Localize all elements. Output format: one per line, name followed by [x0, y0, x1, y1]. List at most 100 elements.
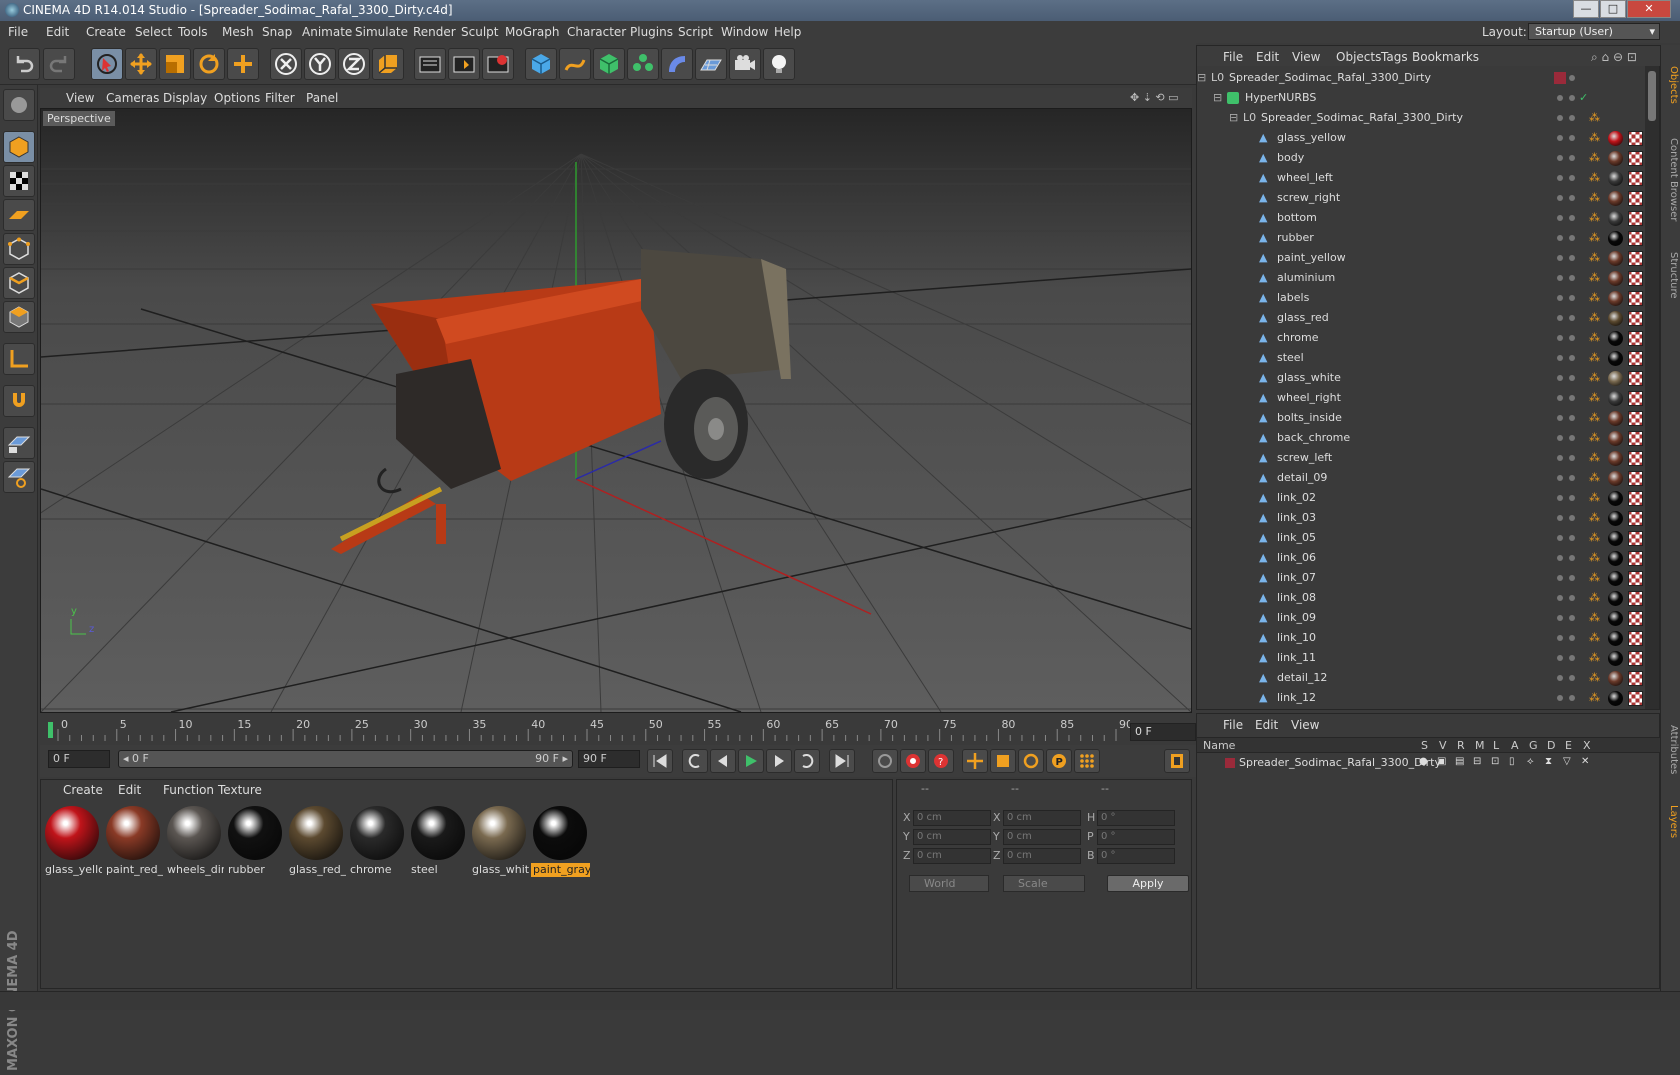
menu-tools[interactable]: Tools: [178, 25, 208, 39]
editor-visibility-dot[interactable]: [1557, 535, 1563, 541]
editor-visibility-dot[interactable]: [1557, 155, 1563, 161]
playhead[interactable]: [48, 722, 53, 738]
uvw-tag-icon[interactable]: [1628, 651, 1643, 666]
material-tag-icon[interactable]: [1608, 391, 1623, 406]
material-tag-icon[interactable]: [1608, 411, 1623, 426]
size-field[interactable]: 0 cm: [1003, 848, 1081, 864]
phong-tag-icon[interactable]: ⁂: [1589, 671, 1600, 684]
object-row[interactable]: ▲ bottom ⁂: [1197, 208, 1645, 228]
key-rotation-button[interactable]: [1018, 749, 1044, 773]
snapping-button[interactable]: [3, 385, 35, 417]
rotate-button[interactable]: [193, 48, 225, 80]
material-menu-texture[interactable]: Texture: [218, 783, 262, 797]
material-tag-icon[interactable]: [1608, 651, 1623, 666]
layer-column-s[interactable]: S: [1421, 739, 1428, 752]
object-row[interactable]: ▲ aluminium ⁂: [1197, 268, 1645, 288]
uvw-tag-icon[interactable]: [1628, 411, 1643, 426]
material-tag-icon[interactable]: [1608, 671, 1623, 686]
uvw-tag-icon[interactable]: [1628, 551, 1643, 566]
expand-toggle-icon[interactable]: ⊟: [1213, 91, 1222, 104]
render-icon[interactable]: ▤: [1455, 756, 1464, 767]
editor-visibility-dot[interactable]: [1557, 635, 1563, 641]
phong-tag-icon[interactable]: ⁂: [1589, 211, 1600, 224]
phong-tag-icon[interactable]: ⁂: [1589, 291, 1600, 304]
uvw-tag-icon[interactable]: [1628, 331, 1643, 346]
editor-visibility-dot[interactable]: [1557, 515, 1563, 521]
uvw-tag-icon[interactable]: [1628, 511, 1643, 526]
material-swatch[interactable]: glass_red_c: [287, 804, 346, 878]
deformer-button[interactable]: [661, 48, 693, 80]
material-swatch[interactable]: wheels_dir: [165, 804, 224, 878]
editor-visibility-dot[interactable]: [1557, 475, 1563, 481]
render-visibility-dot[interactable]: [1569, 395, 1575, 401]
object-group[interactable]: ⊟ L0 Spreader_Sodimac_Rafal_3300_Dirty ⁂: [1197, 108, 1645, 128]
viewport-menu-view[interactable]: View: [66, 91, 94, 105]
phong-tag-icon[interactable]: ⁂: [1589, 271, 1600, 284]
object-row[interactable]: ▲ glass_red ⁂: [1197, 308, 1645, 328]
menu-character[interactable]: Character: [567, 25, 626, 39]
layer-column-r[interactable]: R: [1457, 739, 1465, 752]
layer-menu-edit[interactable]: Edit: [1255, 718, 1278, 732]
material-tag-icon[interactable]: [1608, 471, 1623, 486]
render-visibility-dot[interactable]: [1569, 335, 1575, 341]
object-hypernurbs[interactable]: ⊟ HyperNURBS ✓: [1197, 88, 1645, 108]
viewport-navigation-icon[interactable]: ✥ ⇣ ⟲ ▭: [1130, 91, 1179, 104]
editor-visibility-dot[interactable]: [1557, 675, 1563, 681]
timeline-window-button[interactable]: [1164, 749, 1190, 773]
editor-visibility-dot[interactable]: [1557, 655, 1563, 661]
position-field[interactable]: 0 cm: [913, 848, 991, 864]
object-row[interactable]: ▲ link_02 ⁂: [1197, 488, 1645, 508]
object-menu-view[interactable]: View: [1292, 50, 1320, 64]
layer-menu-view[interactable]: View: [1291, 718, 1319, 732]
object-menu-objects[interactable]: Objects: [1336, 50, 1381, 64]
rotation-field[interactable]: 0 °: [1097, 829, 1175, 845]
material-tag-icon[interactable]: [1608, 451, 1623, 466]
uvw-tag-icon[interactable]: [1628, 671, 1643, 686]
layer-column-v[interactable]: V: [1439, 739, 1447, 752]
material-tag-icon[interactable]: [1608, 251, 1623, 266]
minimize-button[interactable]: —: [1573, 0, 1599, 18]
cloner-button[interactable]: [627, 48, 659, 80]
material-tag-icon[interactable]: [1608, 331, 1623, 346]
object-menu-edit[interactable]: Edit: [1256, 50, 1279, 64]
tab-attributes[interactable]: Attributes: [1663, 715, 1679, 785]
autokeying-button[interactable]: [900, 749, 926, 773]
menu-mograph[interactable]: MoGraph: [505, 25, 560, 39]
expand-toggle-icon[interactable]: ⊟: [1197, 71, 1206, 84]
floor-button[interactable]: [695, 48, 727, 80]
uvw-tag-icon[interactable]: [1628, 591, 1643, 606]
object-row[interactable]: ▲ detail_12 ⁂: [1197, 668, 1645, 688]
generator-icon[interactable]: ⟡: [1527, 756, 1534, 767]
editor-visibility-dot[interactable]: [1557, 175, 1563, 181]
editor-visibility-dot[interactable]: [1557, 455, 1563, 461]
render-visibility-dot[interactable]: [1569, 615, 1575, 621]
phong-tag-icon[interactable]: ⁂: [1589, 331, 1600, 344]
render-visibility-dot[interactable]: [1569, 255, 1575, 261]
uvw-tag-icon[interactable]: [1628, 171, 1643, 186]
render-visibility-dot[interactable]: [1569, 295, 1575, 301]
object-row[interactable]: ▲ link_11 ⁂: [1197, 648, 1645, 668]
render-visibility-dot[interactable]: [1569, 95, 1575, 101]
render-visibility-dot[interactable]: [1569, 515, 1575, 521]
deformer-icon[interactable]: ⧗: [1545, 756, 1552, 767]
start-frame-field[interactable]: 0 F: [48, 750, 110, 768]
phong-tag-icon[interactable]: ⁂: [1589, 471, 1600, 484]
camera-button[interactable]: [729, 48, 761, 80]
scroll-thumb[interactable]: [1648, 71, 1656, 121]
previous-key-button[interactable]: [682, 749, 708, 773]
viewport-menu-cameras[interactable]: Cameras: [106, 91, 159, 105]
material-swatch[interactable]: steel: [409, 804, 468, 878]
y-axis-button[interactable]: [304, 48, 336, 80]
material-tag-icon[interactable]: [1608, 231, 1623, 246]
keyframe-selection-button[interactable]: ?: [928, 749, 954, 773]
render-visibility-dot[interactable]: [1569, 575, 1575, 581]
redo-button[interactable]: [43, 48, 75, 80]
key-pla-button[interactable]: [1074, 749, 1100, 773]
phong-tag-icon[interactable]: ⁂: [1589, 691, 1600, 704]
render-visibility-dot[interactable]: [1569, 455, 1575, 461]
phong-tag-icon[interactable]: ⁂: [1589, 411, 1600, 424]
polygons-mode-button[interactable]: [3, 301, 35, 333]
editor-visibility-dot[interactable]: [1557, 695, 1563, 701]
render-visibility-dot[interactable]: [1569, 155, 1575, 161]
z-axis-button[interactable]: [338, 48, 370, 80]
